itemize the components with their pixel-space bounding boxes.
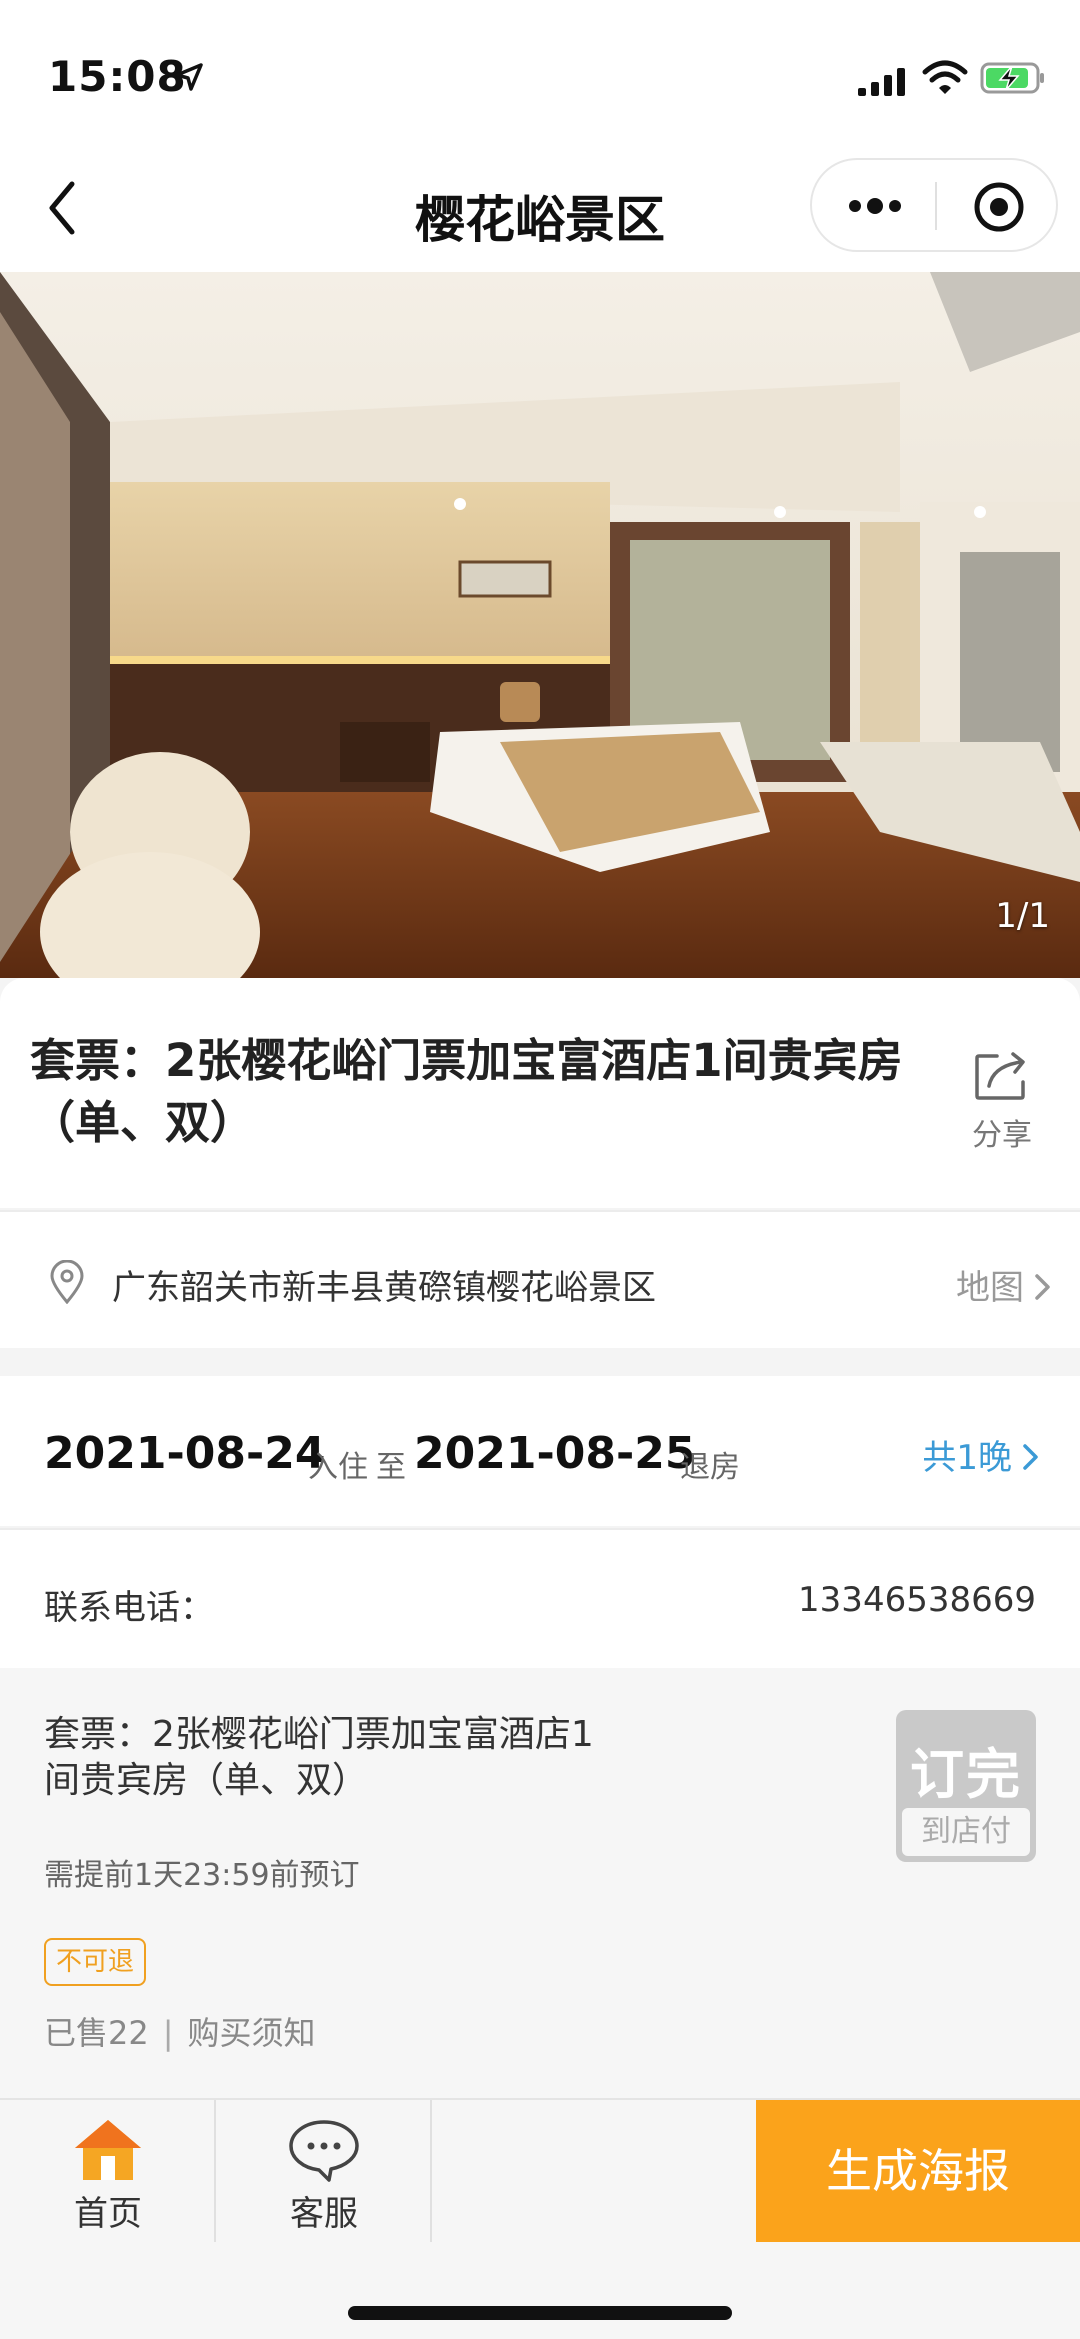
tab-home-label: 首页 [74,2194,142,2234]
checkin-date: 2021-08-24 [44,1428,326,1479]
share-icon [975,1052,1025,1100]
room-stats: 已售22 | 购买须知 [44,2008,316,2054]
product-title-card: 套票：2张樱花峪门票加宝富酒店1间贵宾房（单、双） 分享 [0,978,1080,1208]
room-photo[interactable]: 1/1 [0,272,1080,978]
more-icon[interactable] [846,192,904,220]
booking-deadline-note: 需提前1天23:59前预订 [44,1858,360,1893]
tab-divider [430,2100,432,2242]
signal-icon [858,68,905,96]
map-label: 地图 [956,1268,1024,1308]
location-pin-icon [50,1260,84,1304]
contact-phone-row: 联系电话： 13346538669 [0,1528,1080,1668]
room-package-item: 套票：2张樱花峪门票加宝富酒店1间贵宾房（单、双） 需提前1天23:59前预订 … [0,1668,1080,2098]
sold-out-label: 订完 [910,1743,1022,1806]
share-label: 分享 [972,1118,1032,1153]
checkout-label: 退房 [680,1450,740,1485]
map-link[interactable]: 地图 [956,1260,1052,1309]
tab-service[interactable]: 客服 [216,2100,432,2242]
generate-poster-button[interactable]: 生成海报 [756,2100,1080,2242]
tab-home[interactable]: 首页 [0,2100,216,2242]
checkout-date: 2021-08-25 [414,1428,696,1479]
nights-link[interactable]: 共1晚 [922,1430,1040,1479]
nav-bar: 樱花峪景区 [0,150,1080,272]
address-row[interactable]: 广东韶关市新丰县黄磜镇樱花峪景区 地图 [0,1210,1080,1348]
mini-program-capsule [810,158,1058,252]
nights-count: 共1晚 [922,1438,1012,1478]
date-row[interactable]: 2021-08-24 入住 至 2021-08-25 退房 共1晚 [0,1376,1080,1526]
non-refundable-badge: 不可退 [44,1938,147,1986]
phone-label: 联系电话： [44,1588,214,1628]
image-counter: 1/1 [995,896,1050,936]
home-icon [75,2120,141,2180]
checkin-label: 入住 [308,1450,368,1485]
phone-number[interactable]: 13346538669 [798,1580,1036,1620]
wifi-icon [922,60,968,94]
status-bar: 15:08 [0,0,1080,150]
pay-at-hotel-label: 到店付 [902,1808,1030,1856]
sold-out-button[interactable]: 订完 到店付 [896,1710,1036,1862]
chevron-right-icon [1035,1274,1050,1300]
purchase-notice-link[interactable]: 购买须知 [188,2014,316,2052]
close-target-icon[interactable] [972,180,1026,234]
bottom-tab-bar: 首页 客服 生成海报 [0,2098,1080,2339]
chat-bubble-icon [289,2120,359,2182]
sold-count: 已售22 [44,2014,149,2052]
room-photo-illustration [0,272,1080,978]
location-arrow-icon [175,63,203,91]
product-title: 套票：2张樱花峪门票加宝富酒店1间贵宾房（单、双） [30,1034,903,1149]
stats-separator: | [162,2014,174,2052]
room-title: 套票：2张樱花峪门票加宝富酒店1间贵宾房（单、双） [44,1714,594,1801]
battery-charging-icon [980,62,1044,94]
capsule-divider [935,182,937,230]
to-label: 至 [376,1450,406,1485]
share-button[interactable]: 分享 [962,1048,1042,1158]
home-indicator [348,2306,732,2320]
tab-service-label: 客服 [290,2194,358,2234]
address-text: 广东韶关市新丰县黄磜镇樱花峪景区 [112,1268,656,1308]
chevron-right-icon [1023,1444,1038,1470]
status-time: 15:08 [48,52,187,101]
